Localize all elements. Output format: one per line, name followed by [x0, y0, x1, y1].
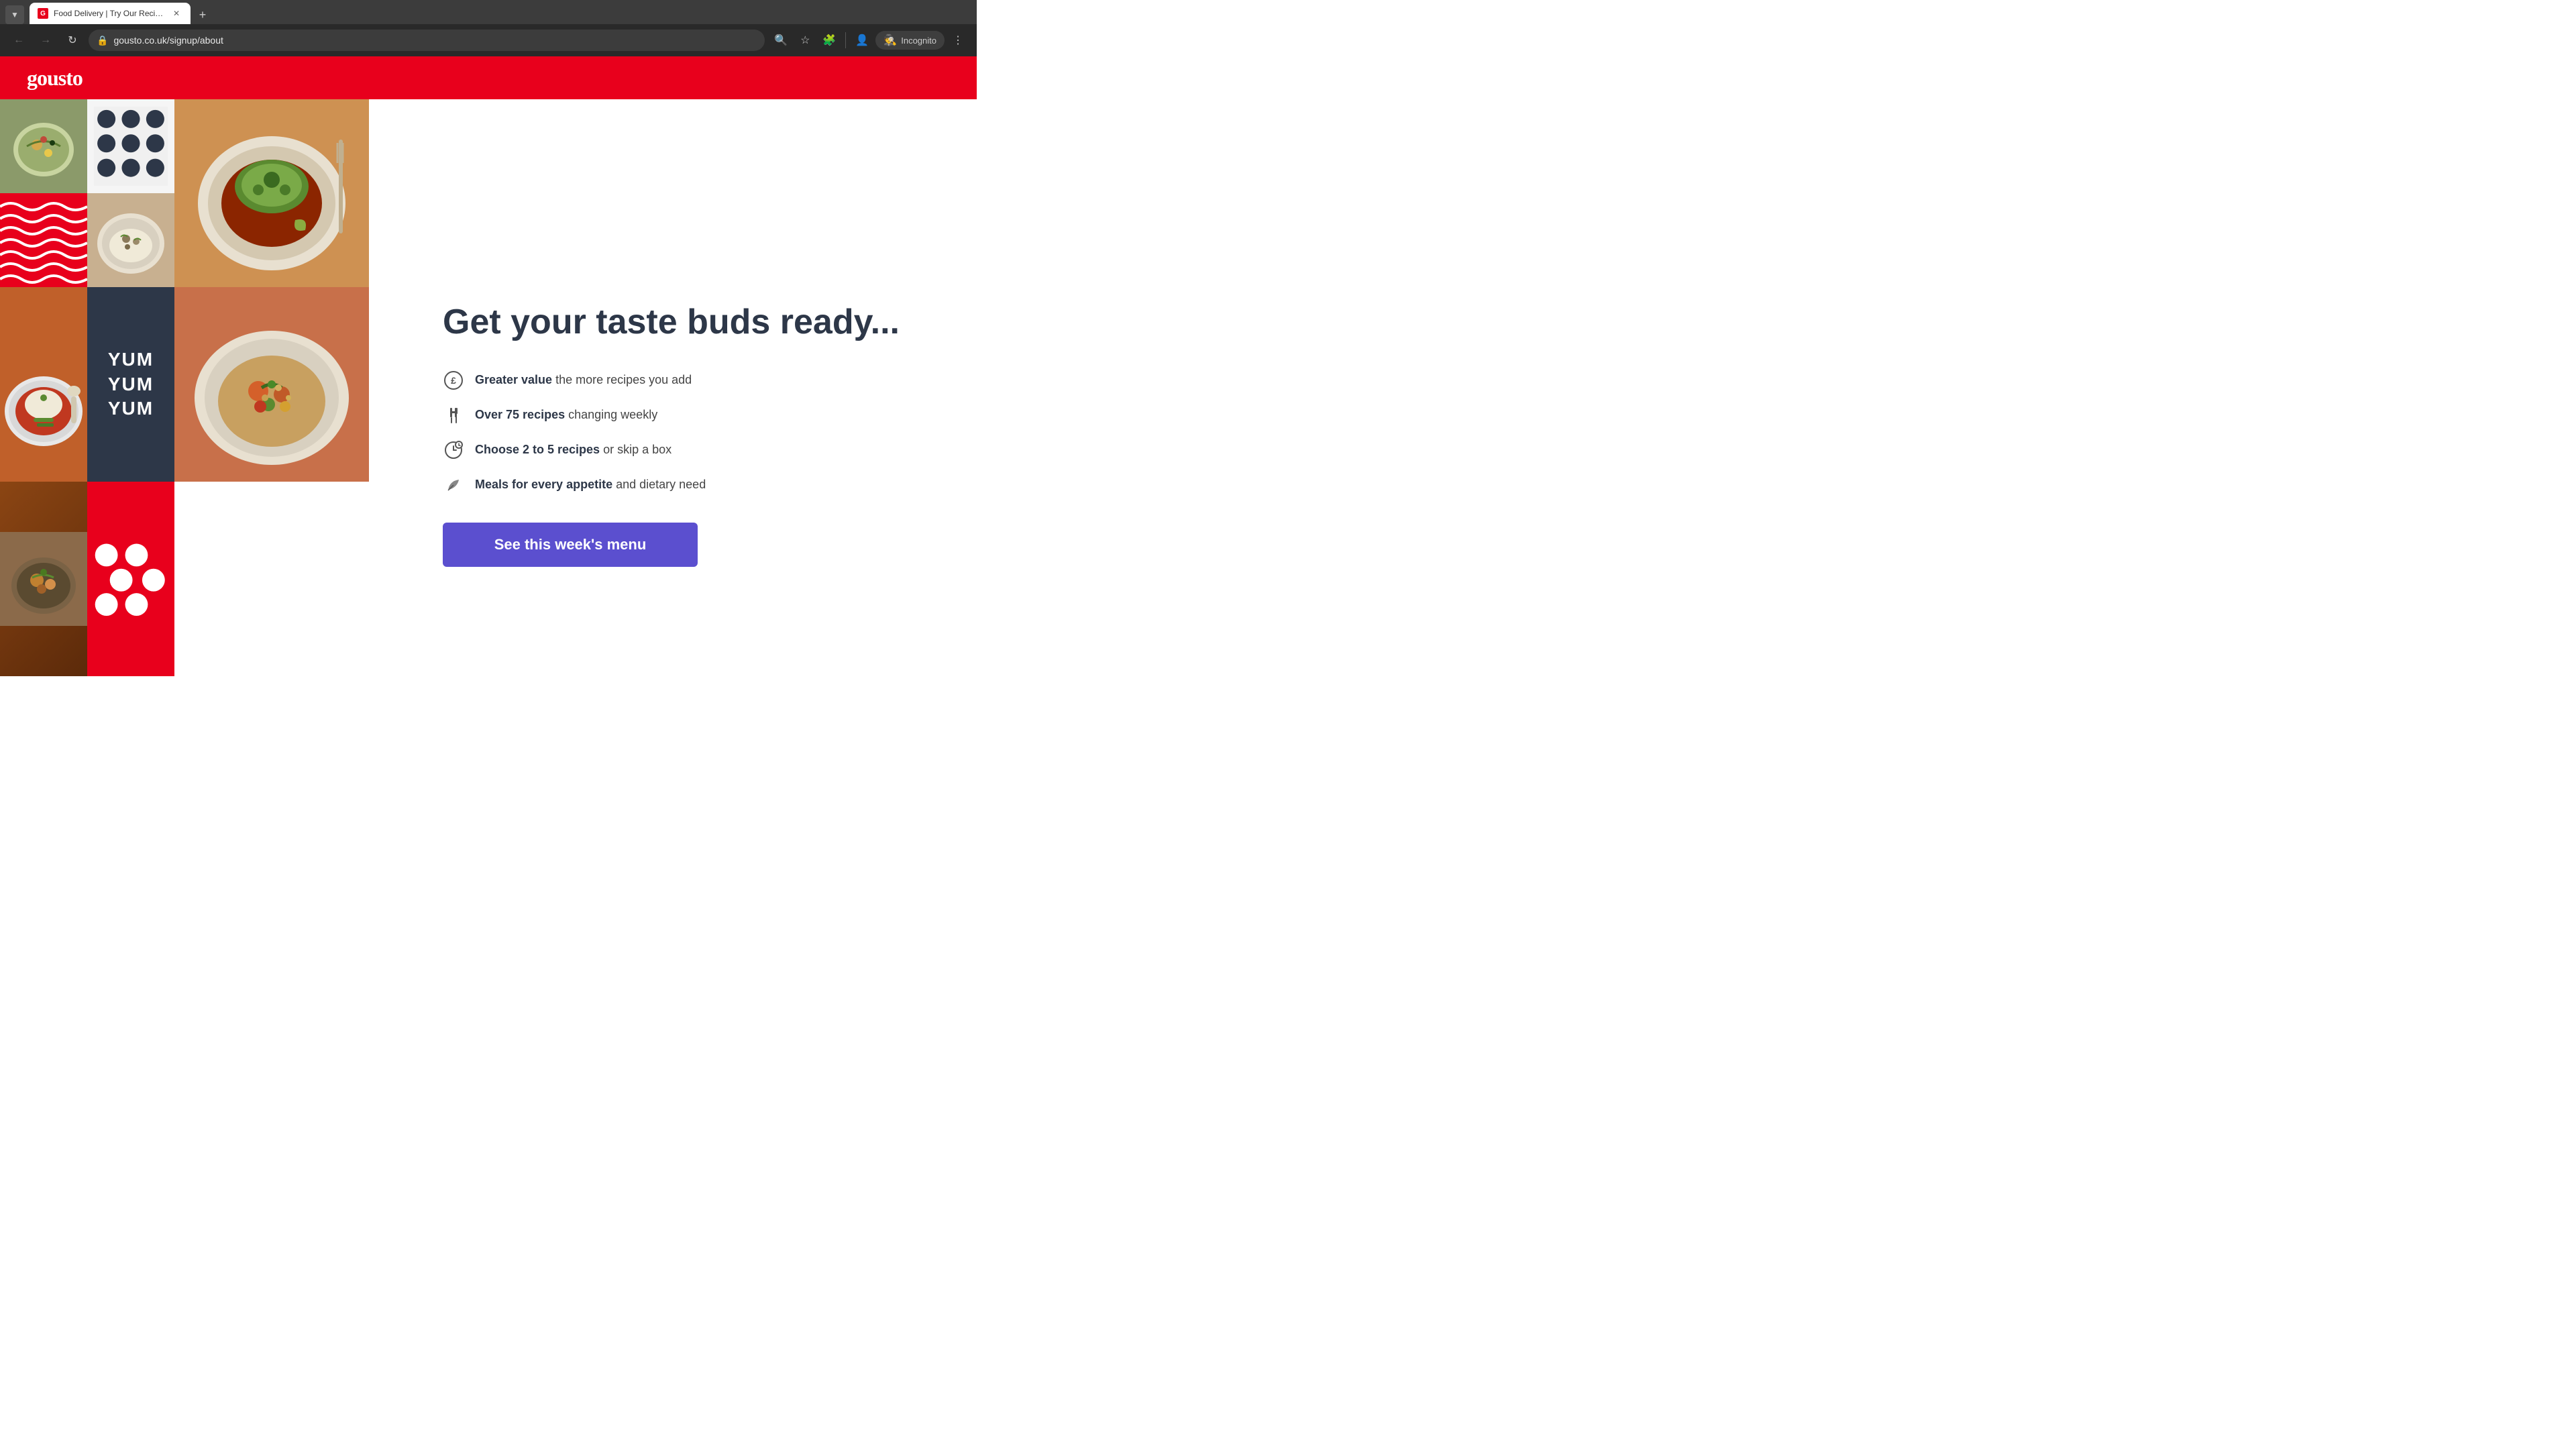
- yum-text: YUMYUMYUM: [108, 347, 154, 421]
- gousto-header: gousto: [0, 56, 977, 99]
- feature-item-meals: Meals for every appetite and dietary nee…: [443, 474, 923, 496]
- clock-icon: [443, 439, 464, 461]
- extensions-icon-btn[interactable]: 🧩: [818, 30, 840, 51]
- url-text: gousto.co.uk/signup/about: [113, 35, 757, 46]
- address-input-wrapper[interactable]: 🔒 gousto.co.uk/signup/about: [89, 30, 765, 51]
- browser-toolbar-right: 🔍 ☆ 🧩 👤 🕵️ Incognito ⋮: [770, 30, 969, 51]
- tab-favicon: G: [38, 8, 48, 19]
- profile-icon-btn[interactable]: 👤: [851, 30, 873, 51]
- lock-icon: 🔒: [97, 35, 108, 46]
- tab-title: Food Delivery | Try Our Recipe ...: [54, 9, 165, 18]
- feature-text-value: Greater value the more recipes you add: [475, 373, 692, 387]
- decorative-waves: [0, 193, 87, 287]
- feature-item-value: £ Greater value the more recipes you add: [443, 370, 923, 391]
- tab-group-btn[interactable]: ▼: [5, 5, 24, 24]
- gousto-logo[interactable]: gousto: [27, 66, 83, 91]
- search-icon-btn[interactable]: 🔍: [770, 30, 792, 51]
- incognito-badge[interactable]: 🕵️ Incognito: [875, 31, 945, 50]
- incognito-icon: 🕵️: [883, 34, 897, 47]
- address-bar: ← → ↻ 🔒 gousto.co.uk/signup/about 🔍 ☆ 🧩 …: [0, 24, 977, 56]
- food-image-main: [174, 99, 369, 287]
- value-icon: £: [443, 370, 464, 391]
- main-content: YUMYUMYUM: [0, 99, 977, 770]
- right-panel: Get your taste buds ready... £ Greater v…: [389, 99, 977, 770]
- fork-knife-icon: [443, 405, 464, 426]
- new-tab-button[interactable]: +: [193, 5, 212, 24]
- leaf-icon: [443, 474, 464, 496]
- svg-text:£: £: [451, 375, 456, 386]
- features-list: £ Greater value the more recipes you add: [443, 370, 923, 496]
- food-image-2: [87, 193, 174, 287]
- forward-button[interactable]: →: [35, 30, 56, 51]
- feature-text-recipes: Over 75 recipes changing weekly: [475, 408, 657, 422]
- decorative-polka-red: [87, 482, 174, 676]
- feature-item-choose: Choose 2 to 5 recipes or skip a box: [443, 439, 923, 461]
- image-grid: YUMYUMYUM: [0, 99, 389, 770]
- food-image-curry: [0, 287, 87, 482]
- cta-button[interactable]: See this week's menu: [443, 523, 698, 567]
- feature-item-recipes: Over 75 recipes changing weekly: [443, 405, 923, 426]
- food-image-1: [0, 99, 87, 193]
- decorative-polka-dark: [87, 99, 174, 193]
- browser-menu-button[interactable]: ⋮: [947, 30, 969, 51]
- feature-text-choose: Choose 2 to 5 recipes or skip a box: [475, 443, 672, 457]
- feature-text-meals: Meals for every appetite and dietary nee…: [475, 478, 706, 492]
- food-image-4: [0, 482, 87, 676]
- hero-title: Get your taste buds ready...: [443, 303, 923, 343]
- incognito-label: Incognito: [901, 36, 936, 46]
- tab-close-button[interactable]: ✕: [170, 7, 182, 19]
- browser-chrome: ▼ G Food Delivery | Try Our Recipe ... ✕…: [0, 0, 977, 56]
- tab-bar: ▼ G Food Delivery | Try Our Recipe ... ✕…: [0, 0, 977, 24]
- food-image-3: [174, 287, 369, 482]
- bookmark-icon-btn[interactable]: ☆: [794, 30, 816, 51]
- refresh-button[interactable]: ↻: [62, 30, 83, 51]
- decorative-yum: YUMYUMYUM: [87, 287, 174, 482]
- active-tab[interactable]: G Food Delivery | Try Our Recipe ... ✕: [30, 3, 191, 24]
- back-button[interactable]: ←: [8, 30, 30, 51]
